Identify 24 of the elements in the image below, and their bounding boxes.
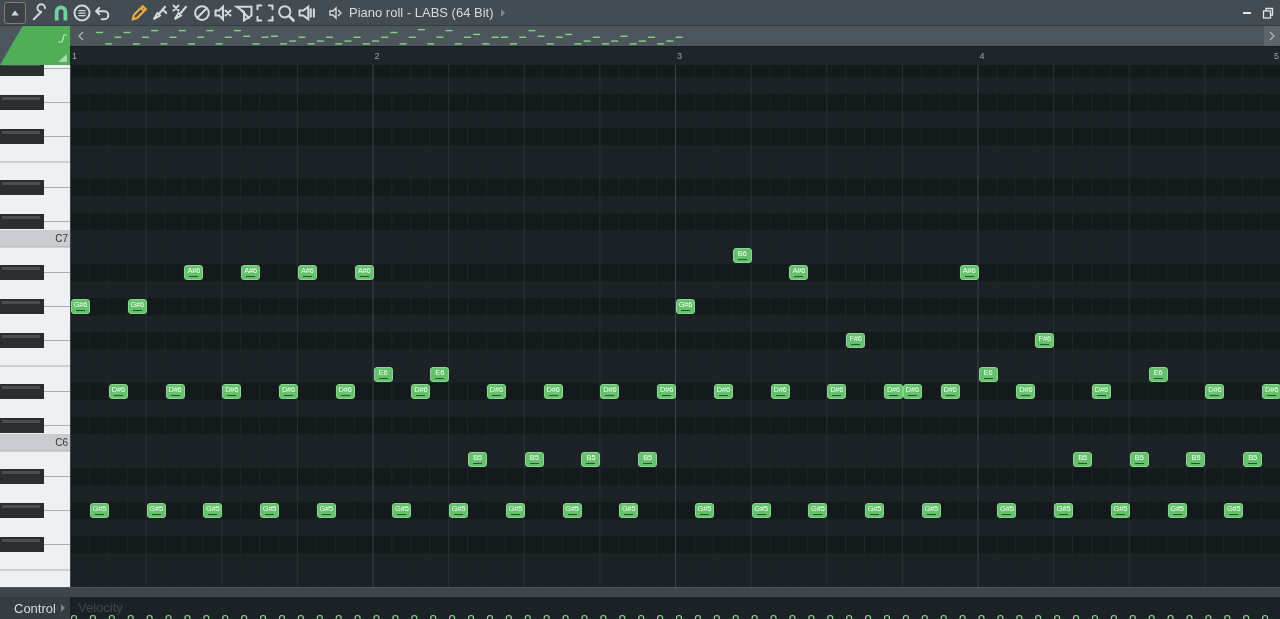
control-label[interactable]: Control — [14, 600, 56, 616]
bar-number: 3 — [677, 51, 682, 61]
panel-tab-drawing[interactable] — [0, 26, 70, 65]
bar-number: 5 — [1274, 51, 1279, 61]
key-label: C6 — [55, 436, 68, 450]
pencil-icon[interactable] — [129, 2, 149, 23]
bar-number: 4 — [979, 51, 985, 61]
menu-icon[interactable] — [4, 1, 26, 24]
window-title: Piano roll - LABS (64 Bit) — [349, 5, 494, 20]
bar-number: 2 — [374, 51, 380, 61]
speaker-icon[interactable] — [328, 4, 344, 21]
mute-icon[interactable] — [213, 2, 233, 23]
note-grid[interactable] — [70, 65, 1280, 587]
bar-number: 1 — [72, 51, 77, 61]
piano-keyboard-drawing[interactable] — [0, 65, 70, 587]
zoom-icon[interactable] — [276, 2, 296, 23]
restore-button[interactable] — [1262, 6, 1274, 19]
key-label: C7 — [55, 232, 68, 246]
disable-icon[interactable] — [192, 2, 212, 23]
playback-icon[interactable] — [297, 2, 317, 23]
select-icon[interactable] — [255, 2, 275, 23]
scroll-right-button[interactable] — [1264, 26, 1280, 46]
list-icon[interactable] — [72, 2, 92, 23]
caret-icon[interactable] — [59, 604, 66, 612]
